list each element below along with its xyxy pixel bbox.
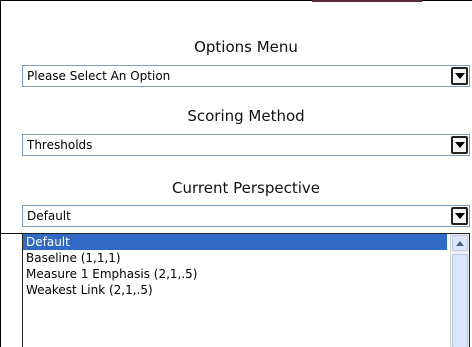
scoring-method-dropdown-button[interactable]	[451, 136, 468, 154]
scroll-up-arrow-icon	[456, 240, 464, 246]
current-perspective-dropdown-button[interactable]	[451, 207, 468, 225]
current-perspective-select[interactable]: Default	[22, 205, 470, 227]
scoring-method-value: Thresholds	[27, 138, 93, 152]
list-item-weakest-link[interactable]: Weakest Link (2,1,.5)	[23, 282, 447, 298]
scroll-thumb[interactable]	[452, 254, 468, 347]
options-menu-select[interactable]: Please Select An Option	[22, 65, 470, 87]
list-scrollbar[interactable]	[450, 234, 469, 347]
current-perspective-value: Default	[27, 209, 71, 223]
chevron-down-icon	[454, 213, 465, 219]
top-accent-line	[312, 0, 422, 2]
divider-line	[0, 233, 22, 234]
chevron-down-icon	[454, 73, 465, 79]
scoring-method-label: Scoring Method	[187, 107, 305, 125]
options-menu-dropdown-button[interactable]	[451, 67, 468, 85]
perspective-dropdown-list[interactable]: Default Baseline (1,1,1) Measure 1 Empha…	[22, 233, 470, 347]
chevron-down-icon	[454, 142, 465, 148]
current-perspective-label: Current Perspective	[172, 179, 320, 197]
list-item-baseline[interactable]: Baseline (1,1,1)	[23, 250, 447, 266]
scroll-up-button[interactable]	[452, 235, 468, 251]
list-item-default[interactable]: Default	[23, 234, 447, 250]
options-menu-value: Please Select An Option	[27, 69, 171, 83]
scoring-method-select[interactable]: Thresholds	[22, 134, 470, 156]
list-item-measure-1-emphasis[interactable]: Measure 1 Emphasis (2,1,.5)	[23, 266, 447, 282]
options-menu-label: Options Menu	[194, 38, 298, 56]
